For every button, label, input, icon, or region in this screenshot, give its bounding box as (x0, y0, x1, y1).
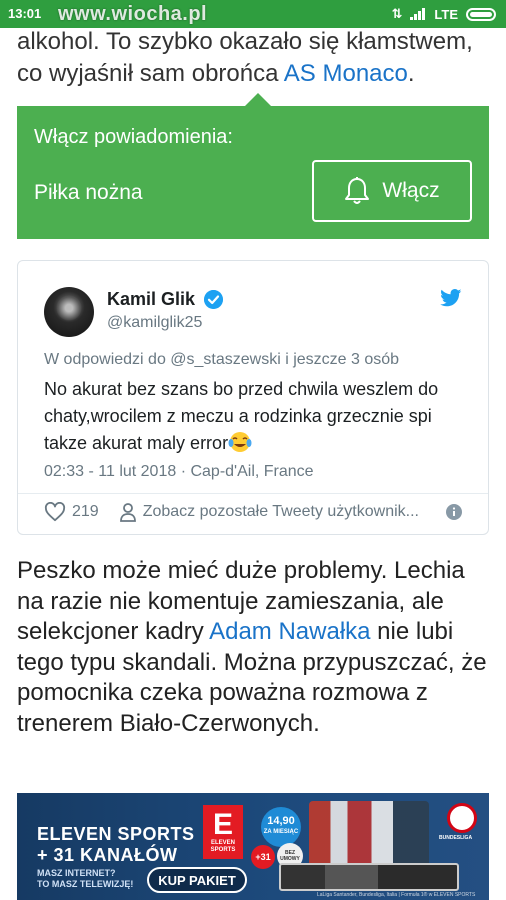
link-as-monaco[interactable]: AS Monaco (284, 60, 408, 87)
tweet-timestamp[interactable]: 02:33 - 11 lut 2018 · Cap-d'Ail, France (44, 463, 314, 481)
tweet-actions: 219 Zobacz pozostałe Tweety użytkownik..… (44, 497, 462, 527)
twitter-bird-icon[interactable] (440, 289, 462, 307)
logo-text: SPORTS (210, 847, 236, 853)
battery-icon (466, 7, 496, 21)
price-badge: 14,90 ZA MIESIĄC (261, 807, 301, 847)
ad-banner[interactable]: ELEVEN SPORTS + 31 KANAŁÓW MASZ INTERNET… (17, 793, 489, 900)
person-icon (119, 503, 136, 522)
network-type: LTE (434, 6, 458, 22)
bundesliga-logo (447, 803, 477, 833)
status-bar: 13:01 www.wiocha.pl ⇅ LTE (0, 0, 506, 28)
price-unit: ZA MIESIĄC (263, 829, 299, 835)
ad-headline-line: ELEVEN SPORTS (37, 824, 195, 844)
ad-headline-line: + 31 KANAŁÓW (37, 845, 178, 865)
bundesliga-label: BUNDESLIGA (439, 835, 473, 841)
avatar[interactable] (44, 287, 94, 337)
enable-button-label: Włącz (382, 179, 440, 202)
tweet-reply-context[interactable]: W odpowiedzi do @s_staszewski i jeszcze … (44, 351, 399, 369)
see-more-tweets-link[interactable]: Zobacz pozostałe Tweety użytkownik... (119, 502, 419, 522)
bell-icon (345, 177, 370, 204)
price-value: 14,90 (267, 815, 295, 827)
notification-caret (244, 93, 272, 107)
ad-devices-image (279, 863, 459, 891)
logo-text: ELEVEN (210, 840, 235, 846)
tweet-author-name[interactable]: Kamil Glik (107, 289, 195, 310)
divider (18, 493, 488, 494)
ad-headline: ELEVEN SPORTS + 31 KANAŁÓW (37, 824, 195, 866)
enable-notifications-button[interactable]: Włącz (312, 160, 472, 222)
see-more-label: Zobacz pozostałe Tweety użytkownik... (142, 503, 419, 520)
logo-letter: E (212, 808, 233, 841)
data-transfer-icon: ⇅ (391, 6, 403, 21)
like-count: 219 (72, 503, 99, 520)
embedded-tweet[interactable]: Kamil Glik @kamilglik25 W odpowiedzi do … (17, 260, 489, 535)
buy-package-button[interactable]: KUP PAKIET (147, 867, 247, 893)
ad-subline-line: MASZ INTERNET? (37, 868, 116, 878)
notification-topic: Piłka nożna (34, 181, 143, 204)
link-adam-nawalka[interactable]: Adam Nawałka (209, 618, 370, 645)
article-paragraph-top: alkohol. To szybko okazało się kłamstwem… (17, 26, 487, 90)
eleven-sports-logo: E ELEVEN SPORTS (203, 805, 243, 859)
ad-footer-text: LaLiga Santander, Bundesliga, Italia | F… (317, 892, 476, 898)
tweet-author-handle[interactable]: @kamilglik25 (107, 314, 202, 332)
article-paragraph-bottom: Peszko może mieć duże problemy. Lechia n… (17, 556, 487, 739)
tears-of-joy-emoji-icon (228, 431, 252, 453)
article-text: . (407, 60, 415, 87)
watermark: www.wiocha.pl (58, 3, 208, 25)
status-icons: ⇅ LTE (391, 6, 496, 22)
tweet-text: No akurat bez szans bo przed chwila wesz… (44, 376, 464, 457)
like-button[interactable]: 219 (44, 502, 99, 522)
notification-box: Włącz powiadomienia: Piłka nożna Włącz (17, 106, 489, 239)
ad-subline: MASZ INTERNET? TO MASZ TELEWIZJĘ! (37, 868, 133, 890)
signal-icon (410, 8, 426, 20)
heart-icon (44, 502, 66, 522)
article-text: co wyjaśnił sam obrońca (17, 60, 284, 87)
ad-subline-line: TO MASZ TELEWIZJĘ! (37, 879, 134, 889)
notification-title: Włącz powiadomienia: (34, 126, 233, 148)
status-time: 13:01 (8, 6, 42, 21)
article-line: alkohol. To szybko okazało się kłamstwem… (17, 28, 473, 55)
info-icon[interactable] (446, 504, 462, 520)
plus-channels-badge: +31 (251, 845, 275, 869)
article-line: co wyjaśnił sam obrońca AS Monaco. (17, 58, 487, 90)
verified-icon (204, 290, 223, 309)
